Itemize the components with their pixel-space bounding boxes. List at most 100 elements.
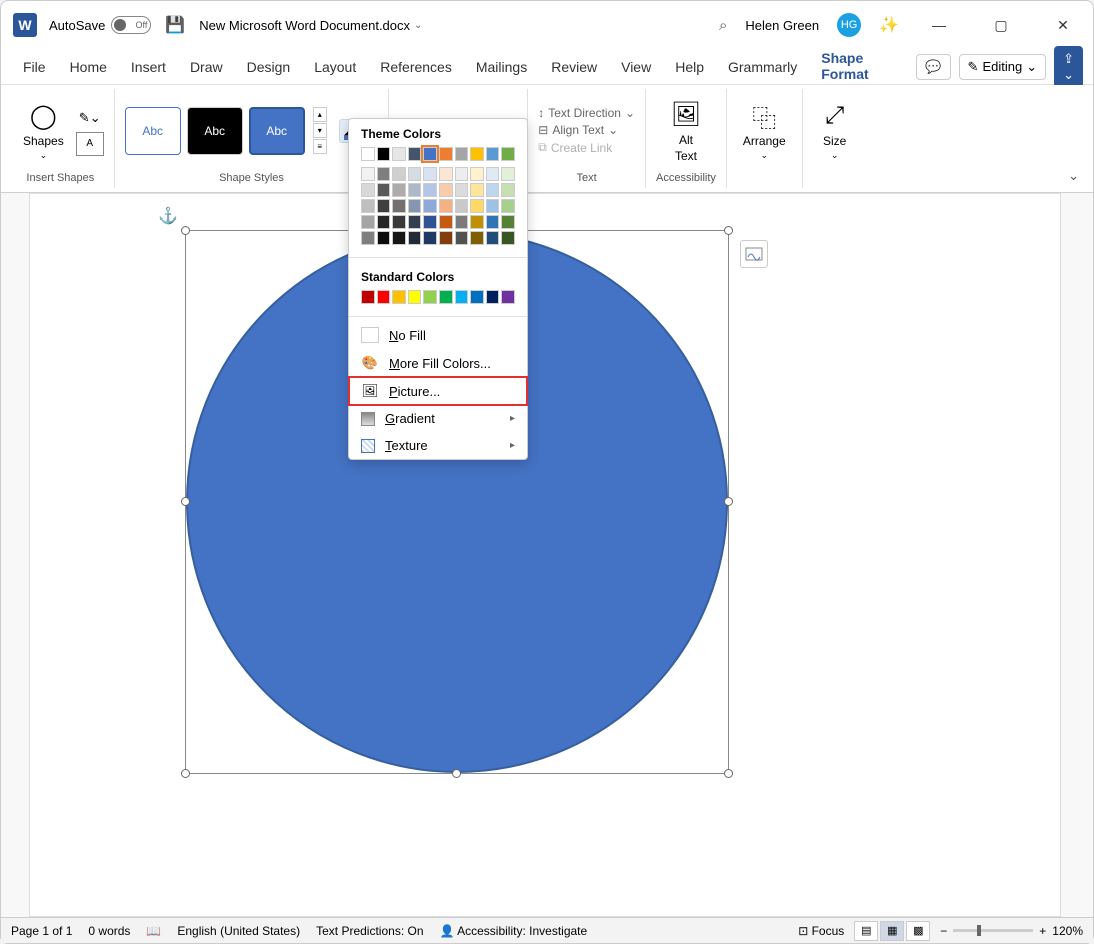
alt-text-button[interactable]: 🖼 AltText [664,97,708,165]
user-name[interactable]: Helen Green [745,18,819,33]
color-swatch[interactable] [408,147,422,161]
spell-check-icon[interactable]: 📖 [146,924,161,938]
color-swatch[interactable] [439,167,453,181]
color-swatch[interactable] [455,147,469,161]
search-icon[interactable]: ⌕ [719,17,727,34]
color-swatch[interactable] [423,215,437,229]
color-swatch[interactable] [408,183,422,197]
color-swatch[interactable] [392,167,406,181]
pending-updates-icon[interactable]: ✨ [879,15,899,35]
color-swatch[interactable] [408,167,422,181]
anchor-icon[interactable]: ⚓ [158,206,178,226]
color-swatch[interactable] [501,231,515,245]
color-swatch[interactable] [470,290,484,304]
color-swatch[interactable] [470,183,484,197]
editing-mode-button[interactable]: ✎ Editing ⌄ [959,54,1047,80]
color-swatch[interactable] [470,199,484,213]
share-button[interactable]: ⇪ ⌄ [1054,46,1083,88]
color-swatch[interactable] [486,215,500,229]
color-swatch[interactable] [455,231,469,245]
color-swatch[interactable] [423,183,437,197]
style-gallery-arrows[interactable]: ▴▾≡ [313,107,327,154]
color-swatch[interactable] [392,147,406,161]
color-swatch[interactable] [486,147,500,161]
color-swatch[interactable] [455,183,469,197]
color-swatch[interactable] [501,199,515,213]
color-swatch[interactable] [439,215,453,229]
zoom-level[interactable]: 120% [1052,924,1083,938]
tab-mailings[interactable]: Mailings [464,53,539,81]
style-preset-3[interactable]: Abc [249,107,305,155]
color-swatch[interactable] [501,183,515,197]
arrange-button[interactable]: ⿻ Arrange⌄ [737,98,792,163]
color-swatch[interactable] [377,290,391,304]
texture-fill-item[interactable]: Texture ▸ [349,432,527,459]
print-layout-button[interactable]: ▦ [880,921,904,941]
color-swatch[interactable] [470,231,484,245]
align-text-button[interactable]: ⊟ Align Text ⌄ [538,123,635,137]
color-swatch[interactable] [439,183,453,197]
no-fill-item[interactable]: No Fill [349,321,527,349]
color-swatch[interactable] [501,215,515,229]
resize-handle[interactable] [452,769,461,778]
tab-grammarly[interactable]: Grammarly [716,53,809,81]
autosave-toggle[interactable]: AutoSave Off [49,16,151,34]
color-swatch[interactable] [455,215,469,229]
color-swatch[interactable] [470,215,484,229]
color-swatch[interactable] [423,199,437,213]
maximize-button[interactable]: ▢ [979,9,1023,41]
color-swatch[interactable] [377,167,391,181]
color-swatch[interactable] [408,215,422,229]
tab-design[interactable]: Design [235,53,303,81]
color-swatch[interactable] [486,167,500,181]
shapes-button[interactable]: ◯ Shapes⌄ [17,98,70,163]
color-swatch[interactable] [439,290,453,304]
collapse-ribbon-button[interactable]: ⌄ [1068,168,1079,184]
color-swatch[interactable] [361,183,375,197]
color-swatch[interactable] [392,231,406,245]
tab-insert[interactable]: Insert [119,53,178,81]
color-swatch[interactable] [377,183,391,197]
read-mode-button[interactable]: ▤ [854,921,878,941]
tab-layout[interactable]: Layout [302,53,368,81]
color-swatch[interactable] [377,147,391,161]
more-fill-colors-item[interactable]: 🎨 More Fill Colors... [349,349,527,377]
color-swatch[interactable] [470,147,484,161]
color-swatch[interactable] [486,290,500,304]
text-direction-button[interactable]: ↕ Text Direction ⌄ [538,106,635,120]
color-swatch[interactable] [455,167,469,181]
color-swatch[interactable] [408,290,422,304]
resize-handle[interactable] [724,226,733,235]
resize-handle[interactable] [181,226,190,235]
color-swatch[interactable] [486,231,500,245]
color-swatch[interactable] [455,199,469,213]
edit-shape-button[interactable]: ✎⌄ [76,106,104,130]
color-swatch[interactable] [361,290,375,304]
document-title[interactable]: New Microsoft Word Document.docx ⌄ [199,18,422,33]
user-avatar[interactable]: HG [837,13,861,37]
color-swatch[interactable] [470,167,484,181]
color-swatch[interactable] [361,215,375,229]
color-swatch[interactable] [439,231,453,245]
color-swatch[interactable] [377,215,391,229]
text-box-button[interactable]: A [76,132,104,156]
zoom-out-button[interactable]: − [940,924,947,938]
tab-help[interactable]: Help [663,53,716,81]
color-swatch[interactable] [361,231,375,245]
color-swatch[interactable] [392,183,406,197]
save-icon[interactable]: 💾 [165,15,185,35]
layout-options-button[interactable] [740,240,768,268]
zoom-in-button[interactable]: + [1039,924,1046,938]
tab-home[interactable]: Home [58,53,119,81]
size-button[interactable]: ⤢ Size⌄ [813,98,857,163]
color-swatch[interactable] [392,215,406,229]
focus-mode[interactable]: ⊡ Focus [798,924,844,938]
color-swatch[interactable] [486,199,500,213]
color-swatch[interactable] [361,167,375,181]
color-swatch[interactable] [392,290,406,304]
color-swatch[interactable] [486,183,500,197]
color-swatch[interactable] [408,231,422,245]
style-preset-2[interactable]: Abc [187,107,243,155]
color-swatch[interactable] [501,147,515,161]
style-preset-1[interactable]: Abc [125,107,181,155]
